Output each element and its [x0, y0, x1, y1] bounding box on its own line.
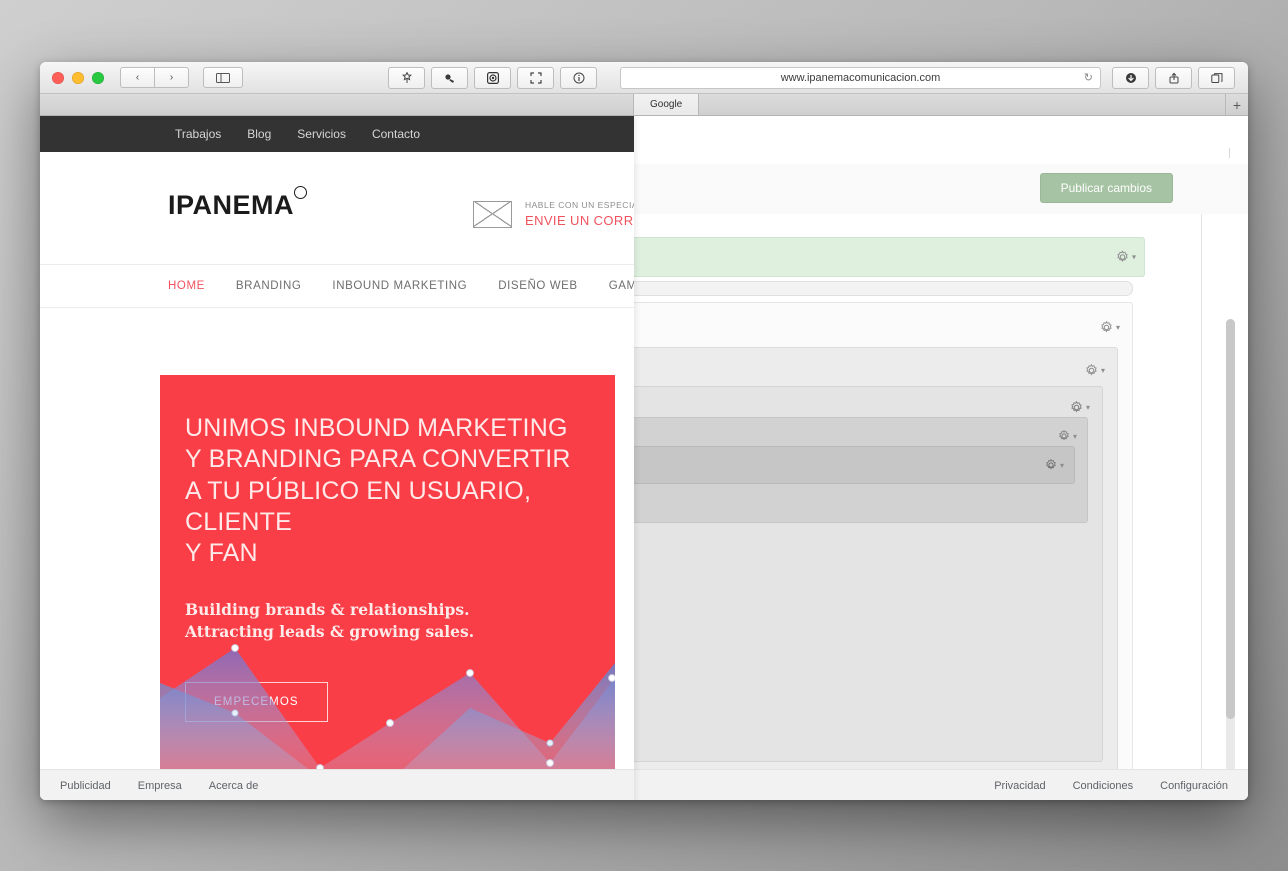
nav-link-trabajos[interactable]: Trabajos — [175, 127, 221, 141]
publish-changes-button[interactable]: Publicar cambios — [1039, 173, 1173, 203]
hero-banner: UNIMOS INBOUND MARKETING Y BRANDING PARA… — [160, 375, 615, 800]
gear-icon[interactable]: ▾ — [1045, 459, 1064, 471]
nav-link-servicios[interactable]: Servicios — [297, 127, 346, 141]
footer-link-publicidad[interactable]: Publicidad — [60, 780, 111, 792]
gear-icon[interactable]: ▾ — [1058, 430, 1077, 442]
toolbar-right[interactable] — [1111, 66, 1236, 89]
footer-link-empresa[interactable]: Empresa — [138, 780, 182, 792]
back-button[interactable]: ‹ — [120, 67, 155, 88]
sidebar-icon[interactable] — [203, 67, 243, 88]
address-bar[interactable]: www.ipanemacomunicacion.com ↻ — [620, 66, 1101, 89]
download-icon[interactable] — [1112, 66, 1149, 89]
gear-icon[interactable]: ▾ — [1100, 321, 1120, 334]
tabs-icon[interactable] — [1198, 66, 1235, 89]
caret-down-icon[interactable]: ▾ — [1116, 323, 1120, 332]
caret-down-icon[interactable]: ▾ — [1132, 253, 1136, 262]
footer-link-privacidad[interactable]: Privacidad — [994, 780, 1045, 792]
reload-icon[interactable]: ↻ — [1084, 71, 1093, 84]
new-tab-button[interactable]: + — [1226, 94, 1248, 115]
close-window-button[interactable] — [52, 71, 64, 84]
tab-strip-right — [699, 94, 1226, 115]
minimize-window-button[interactable] — [72, 71, 84, 84]
browser-window: ‹ › www.ipanemacomunicacion.com ↻ Google… — [40, 62, 1248, 800]
expand-icon[interactable] — [517, 66, 554, 89]
contact-headline: HABLE CON UN ESPECIALIS — [525, 200, 634, 210]
site-main-nav[interactable]: HOME BRANDING INBOUND MARKETING DISEÑO W… — [40, 264, 634, 308]
window-controls[interactable] — [52, 71, 104, 84]
site-footer-links[interactable]: Publicidad Empresa Acerca de — [60, 780, 258, 792]
desktop-background: ‹ › www.ipanemacomunicacion.com ↻ Google… — [0, 0, 1288, 871]
nav-link-blog[interactable]: Blog — [247, 127, 271, 141]
site-footer: Publicidad Empresa Acerca de — [40, 769, 634, 800]
site-top-nav-links[interactable]: Trabajos Blog Servicios Contacto — [175, 127, 420, 141]
camera-icon[interactable] — [474, 66, 511, 89]
forward-button[interactable]: › — [155, 67, 189, 88]
url-text: www.ipanemacomunicacion.com — [780, 71, 941, 84]
footer-link-condiciones[interactable]: Condiciones — [1073, 780, 1134, 792]
site-logo-text: IPANEMA — [168, 190, 295, 220]
navigation-buttons[interactable]: ‹ › — [120, 67, 189, 88]
hero-heading: UNIMOS INBOUND MARKETING Y BRANDING PARA… — [185, 414, 571, 567]
envelope-icon — [473, 200, 512, 228]
gear-icon[interactable]: ▾ — [1070, 401, 1090, 414]
tab-strip-spacer — [40, 94, 634, 115]
scrollbar-thumb[interactable] — [1226, 319, 1235, 719]
caret-down-icon[interactable]: ▾ — [1101, 366, 1105, 375]
nav-item-gamificacion[interactable]: GAMIFICACIÓN — [609, 280, 634, 292]
vertical-scrollbar[interactable] — [1226, 319, 1235, 789]
footer-link-acerca-de[interactable]: Acerca de — [209, 780, 259, 792]
website-preview: Trabajos Blog Servicios Contacto IPANEMA — [40, 116, 634, 800]
info-icon[interactable] — [560, 66, 597, 89]
hero-sub-line-1: Building brands & relationships. — [185, 600, 470, 620]
tab-google[interactable]: Google — [634, 94, 700, 115]
maximize-window-button[interactable] — [92, 71, 104, 84]
site-top-nav[interactable]: Trabajos Blog Servicios Contacto — [40, 116, 634, 152]
contact-block[interactable]: HABLE CON UN ESPECIALIS ENVIE UN CORREO — [473, 200, 634, 228]
gear-icon[interactable]: ▾ — [1116, 250, 1136, 264]
gear-icon[interactable]: ▾ — [1085, 364, 1105, 377]
extension-toolbar[interactable] — [387, 66, 598, 89]
contact-cta-link[interactable]: ENVIE UN CORREO — [525, 213, 634, 228]
caret-down-icon[interactable]: ▾ — [1073, 432, 1077, 441]
site-header: IPANEMA HABLE CON UN ESPECIALIS ENVIE UN… — [40, 152, 634, 264]
nav-item-branding[interactable]: BRANDING — [236, 280, 302, 292]
puzzle-icon[interactable] — [388, 66, 425, 89]
caret-down-icon[interactable]: ▾ — [1060, 461, 1064, 470]
footer-links-right[interactable]: Privacidad Condiciones Configuración — [994, 780, 1228, 792]
site-main-nav-items[interactable]: HOME BRANDING INBOUND MARKETING DISEÑO W… — [168, 280, 634, 292]
nav-item-inbound-marketing[interactable]: INBOUND MARKETING — [332, 280, 467, 292]
caret-down-icon[interactable]: ▾ — [1086, 403, 1090, 412]
tab-bar[interactable]: Google + — [40, 94, 1248, 116]
logo-circle-icon — [294, 186, 308, 199]
share-icon[interactable] — [1155, 66, 1192, 89]
nav-item-diseno-web[interactable]: DISEÑO WEB — [498, 280, 577, 292]
clipboard-icon[interactable] — [431, 66, 468, 89]
nav-item-home[interactable]: HOME — [168, 280, 205, 292]
browser-viewport: Vista preliminar Publicar cambios ▾ — [40, 116, 1248, 800]
hero-subheading: Building brands & relationships. Attract… — [185, 599, 615, 643]
site-logo[interactable]: IPANEMA — [168, 186, 308, 221]
footer-link-configuracion[interactable]: Configuración — [1160, 780, 1228, 792]
browser-toolbar: ‹ › www.ipanemacomunicacion.com ↻ — [40, 62, 1248, 94]
divider-tick — [1229, 148, 1230, 158]
nav-link-contacto[interactable]: Contacto — [372, 127, 420, 141]
